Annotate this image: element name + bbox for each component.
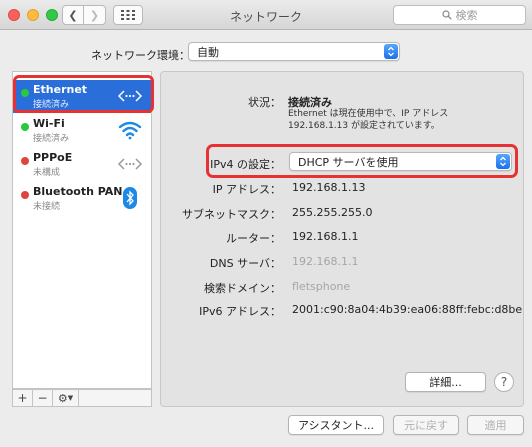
subnet-mask-value: 255.255.255.0	[292, 206, 373, 219]
search-domain-label: 検索ドメイン：	[204, 282, 281, 295]
status-note: Ethernet は現在使用中で、IP アドレス 192.168.1.13 が設…	[288, 109, 449, 131]
router-value: 192.168.1.1	[292, 230, 359, 243]
ip-address-label: IP アドレス：	[212, 183, 281, 196]
status-dot	[21, 123, 29, 131]
location-label: ネットワーク環境：	[91, 49, 190, 62]
remove-service-button[interactable]: −	[33, 390, 53, 406]
plus-icon: +	[17, 391, 28, 405]
router-label: ルーター：	[226, 232, 281, 245]
service-list-controls: + − ⚙ ▼	[12, 389, 152, 407]
action-menu-button[interactable]: ⚙ ▼	[53, 390, 79, 406]
ipv4-config-value: DHCP サーバを使用	[298, 155, 399, 169]
updown-arrows-icon	[384, 44, 398, 59]
bluetooth-icon	[117, 186, 143, 210]
service-list: Ethernet 接続済み Wi-Fi 接続済み PPPoE 未構成 Bluet…	[12, 71, 152, 389]
ipv4-label: IPv4 の設定：	[210, 158, 281, 171]
service-name: Bluetooth PAN	[33, 185, 123, 198]
dns-server-value: 192.168.1.1	[292, 255, 359, 268]
title-bar: ❮ ❯ ネットワーク 検索	[0, 0, 532, 30]
ip-address-value: 192.168.1.13	[292, 181, 366, 194]
status-dot	[21, 157, 29, 165]
location-popup[interactable]: 自動	[188, 42, 400, 61]
dns-server-label: DNS サーバ：	[209, 257, 281, 270]
chevron-down-icon: ▼	[67, 394, 74, 402]
search-placeholder: 検索	[455, 9, 478, 22]
service-name: PPPoE	[33, 151, 73, 164]
ipv4-config-popup[interactable]: DHCP サーバを使用	[289, 152, 512, 171]
subnet-mask-label: サブネットマスク：	[182, 208, 281, 221]
service-status: 未構成	[33, 168, 61, 178]
help-button[interactable]: ?	[494, 372, 514, 392]
updown-arrows-icon	[496, 154, 510, 169]
service-bluetooth-pan[interactable]: Bluetooth PAN 未接続	[13, 182, 151, 215]
wifi-icon	[117, 118, 143, 142]
assistant-button[interactable]: アシスタント...	[288, 415, 384, 435]
status-label: 状況：	[248, 96, 281, 109]
service-pppoe[interactable]: PPPoE 未構成	[13, 148, 151, 181]
service-wifi[interactable]: Wi-Fi 接続済み	[13, 114, 151, 147]
apply-button[interactable]: 適用	[467, 415, 524, 435]
ethernet-highlight-annotation	[13, 75, 154, 113]
ethernet-icon	[117, 152, 143, 176]
service-status: 未接続	[33, 202, 61, 212]
advanced-button[interactable]: 詳細...	[405, 372, 486, 392]
ipv6-address-label: IPv6 アドレス：	[199, 305, 281, 318]
ipv6-address-value: 2001:c90:8a04:4b39:ea06:88ff:febc:d8be	[292, 303, 523, 316]
minus-icon: −	[37, 391, 48, 405]
service-name: Wi-Fi	[33, 117, 65, 130]
search-domain-value: fletsphone	[292, 280, 351, 293]
search-icon	[441, 10, 452, 20]
add-service-button[interactable]: +	[13, 390, 33, 406]
search-field[interactable]: 検索	[393, 5, 526, 25]
status-dot	[21, 191, 29, 199]
gear-icon: ⚙	[57, 391, 68, 405]
service-status: 接続済み	[33, 134, 70, 144]
location-value: 自動	[197, 45, 219, 59]
revert-button[interactable]: 元に戻す	[393, 415, 459, 435]
